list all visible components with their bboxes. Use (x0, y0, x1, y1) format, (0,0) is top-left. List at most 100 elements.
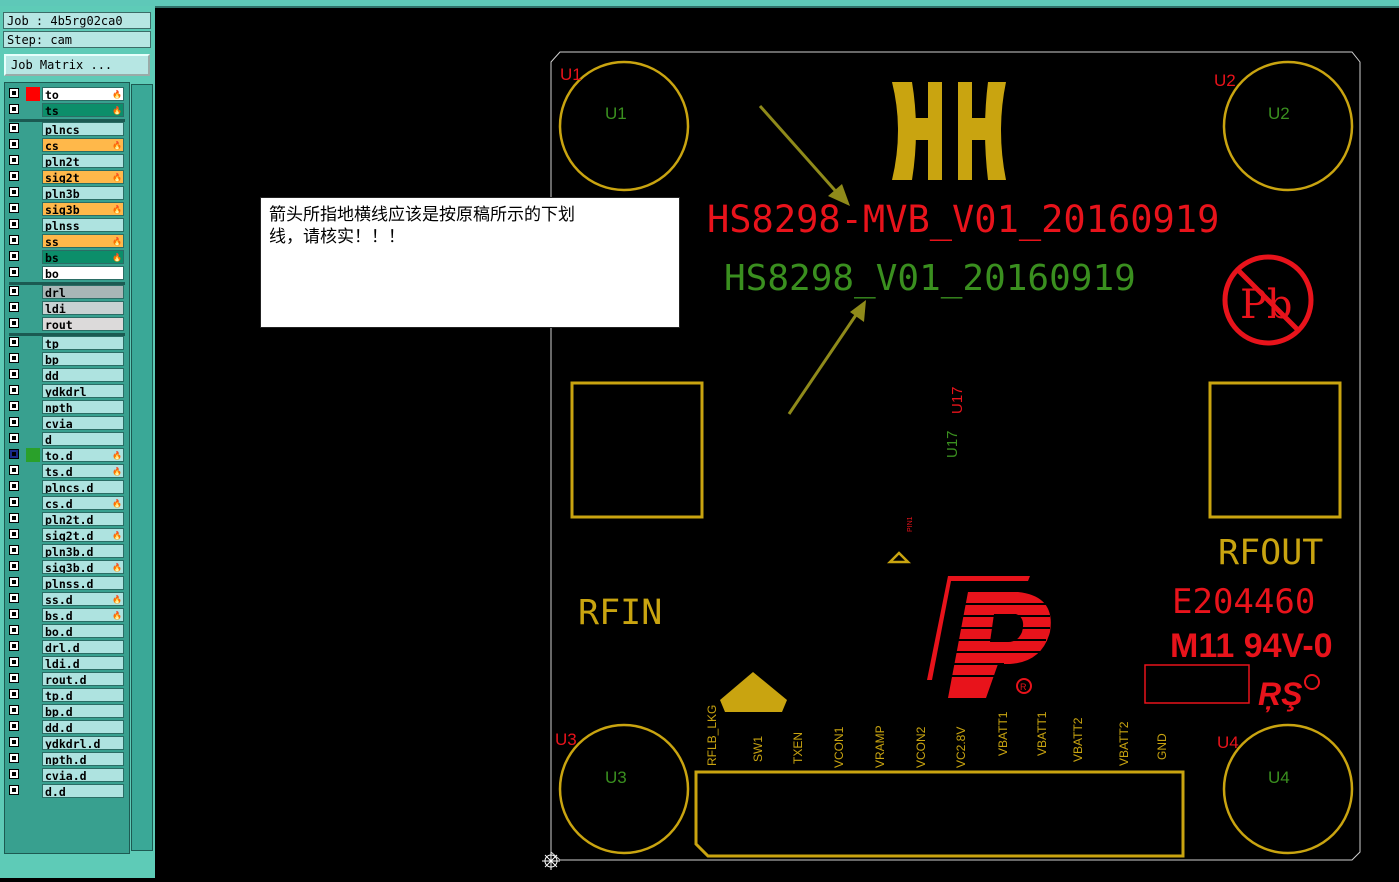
layer-row[interactable]: bp.d (5, 704, 129, 718)
layer-row[interactable]: ydkdrl.d (5, 736, 129, 750)
layer-name[interactable]: pln3b.d (42, 544, 124, 558)
layer-row[interactable]: ydkdrl (5, 384, 129, 398)
layer-checkbox[interactable] (9, 385, 19, 395)
layer-row[interactable]: d (5, 432, 129, 446)
layer-name[interactable]: drl.d (42, 640, 124, 654)
pcb-graphic-canvas[interactable]: U1 U1 U2 U2 U3 U3 U4 U4 HS8298-MVB_V01_2… (160, 8, 1399, 878)
layer-checkbox[interactable] (9, 593, 19, 603)
layer-row[interactable]: dd (5, 368, 129, 382)
layer-checkbox[interactable] (9, 302, 19, 312)
layer-row[interactable]: ss.d 🔥 (5, 592, 129, 606)
layer-name[interactable]: to.d 🔥 (42, 448, 124, 462)
layer-row[interactable]: ldi.d (5, 656, 129, 670)
layer-name[interactable]: tp.d (42, 688, 124, 702)
layer-row[interactable]: drl (5, 285, 129, 299)
layer-name[interactable]: ts 🔥 (42, 103, 124, 117)
layer-checkbox[interactable] (9, 769, 19, 779)
layer-checkbox[interactable] (9, 641, 19, 651)
layer-row[interactable]: d.d (5, 784, 129, 798)
layer-name[interactable]: cs 🔥 (42, 138, 124, 152)
layer-row[interactable]: to.d 🔥 (5, 448, 129, 462)
layer-name[interactable]: npth (42, 400, 124, 414)
layer-name[interactable]: bs.d 🔥 (42, 608, 124, 622)
layer-row[interactable]: dd.d (5, 720, 129, 734)
layer-checkbox[interactable] (9, 689, 19, 699)
layer-row[interactable]: tp (5, 336, 129, 350)
layer-checkbox[interactable] (9, 433, 19, 443)
layer-name[interactable]: cvia (42, 416, 124, 430)
layer-checkbox[interactable] (9, 449, 19, 459)
layer-checkbox[interactable] (9, 219, 19, 229)
layer-checkbox[interactable] (9, 561, 19, 571)
layer-checkbox[interactable] (9, 251, 19, 261)
layer-name[interactable]: sig3b.d 🔥 (42, 560, 124, 574)
layer-row[interactable]: cs.d 🔥 (5, 496, 129, 510)
layer-name[interactable]: pln2t (42, 154, 124, 168)
layer-row[interactable]: pln3b (5, 186, 129, 200)
layer-checkbox[interactable] (9, 353, 19, 363)
layer-name[interactable]: dd.d (42, 720, 124, 734)
layer-name[interactable]: plncs (42, 122, 124, 136)
layer-checkbox[interactable] (9, 286, 19, 296)
layer-row[interactable]: plnss.d (5, 576, 129, 590)
layer-checkbox[interactable] (9, 155, 19, 165)
layer-checkbox[interactable] (9, 481, 19, 491)
layer-name[interactable]: plnss.d (42, 576, 124, 590)
layer-checkbox[interactable] (9, 337, 19, 347)
layer-checkbox[interactable] (9, 267, 19, 277)
layer-row[interactable]: bs.d 🔥 (5, 608, 129, 622)
layer-row[interactable]: ts.d 🔥 (5, 464, 129, 478)
layer-row[interactable]: rout (5, 317, 129, 331)
layer-name[interactable]: bp.d (42, 704, 124, 718)
layer-row[interactable]: bp (5, 352, 129, 366)
layer-row[interactable]: plnss (5, 218, 129, 232)
layer-name[interactable]: cvia.d (42, 768, 124, 782)
layer-row[interactable]: bo.d (5, 624, 129, 638)
layer-name[interactable]: ss 🔥 (42, 234, 124, 248)
layer-name[interactable]: ldi.d (42, 656, 124, 670)
layer-name[interactable]: rout.d (42, 672, 124, 686)
layer-row[interactable]: ss 🔥 (5, 234, 129, 248)
layer-list-scrollbar[interactable] (131, 84, 153, 851)
layer-name[interactable]: ts.d 🔥 (42, 464, 124, 478)
layer-name[interactable]: pln2t.d (42, 512, 124, 526)
layer-checkbox[interactable] (9, 513, 19, 523)
layer-name[interactable]: sig2t 🔥 (42, 170, 124, 184)
layer-row[interactable]: npth (5, 400, 129, 414)
layer-name[interactable]: pln3b (42, 186, 124, 200)
layer-name[interactable]: d.d (42, 784, 124, 798)
layer-row[interactable]: cvia (5, 416, 129, 430)
layer-name[interactable]: drl (42, 285, 124, 299)
layer-name[interactable]: dd (42, 368, 124, 382)
layer-name[interactable]: bo.d (42, 624, 124, 638)
layer-row[interactable]: sig3b.d 🔥 (5, 560, 129, 574)
layer-checkbox[interactable] (9, 203, 19, 213)
layer-checkbox[interactable] (9, 673, 19, 683)
layer-row[interactable]: to 🔥 (5, 87, 129, 101)
layer-row[interactable]: sig2t.d 🔥 (5, 528, 129, 542)
layer-name[interactable]: plnss (42, 218, 124, 232)
layer-row[interactable]: pln3b.d (5, 544, 129, 558)
layer-name[interactable]: rout (42, 317, 124, 331)
layer-row[interactable]: ts 🔥 (5, 103, 129, 117)
layer-checkbox[interactable] (9, 497, 19, 507)
job-matrix-button[interactable]: Job Matrix ... (4, 54, 150, 76)
layer-row[interactable]: rout.d (5, 672, 129, 686)
layer-row[interactable]: sig3b 🔥 (5, 202, 129, 216)
layer-checkbox[interactable] (9, 369, 19, 379)
layer-checkbox[interactable] (9, 705, 19, 715)
layer-checkbox[interactable] (9, 123, 19, 133)
layer-name[interactable]: sig3b 🔥 (42, 202, 124, 216)
layer-checkbox[interactable] (9, 417, 19, 427)
layer-name[interactable]: ss.d 🔥 (42, 592, 124, 606)
layer-checkbox[interactable] (9, 737, 19, 747)
layer-checkbox[interactable] (9, 529, 19, 539)
layer-checkbox[interactable] (9, 785, 19, 795)
layer-checkbox[interactable] (9, 625, 19, 635)
layer-name[interactable]: ldi (42, 301, 124, 315)
layer-row[interactable]: cs 🔥 (5, 138, 129, 152)
layer-checkbox[interactable] (9, 721, 19, 731)
layer-checkbox[interactable] (9, 609, 19, 619)
layer-name[interactable]: sig2t.d 🔥 (42, 528, 124, 542)
layer-name[interactable]: ydkdrl.d (42, 736, 124, 750)
